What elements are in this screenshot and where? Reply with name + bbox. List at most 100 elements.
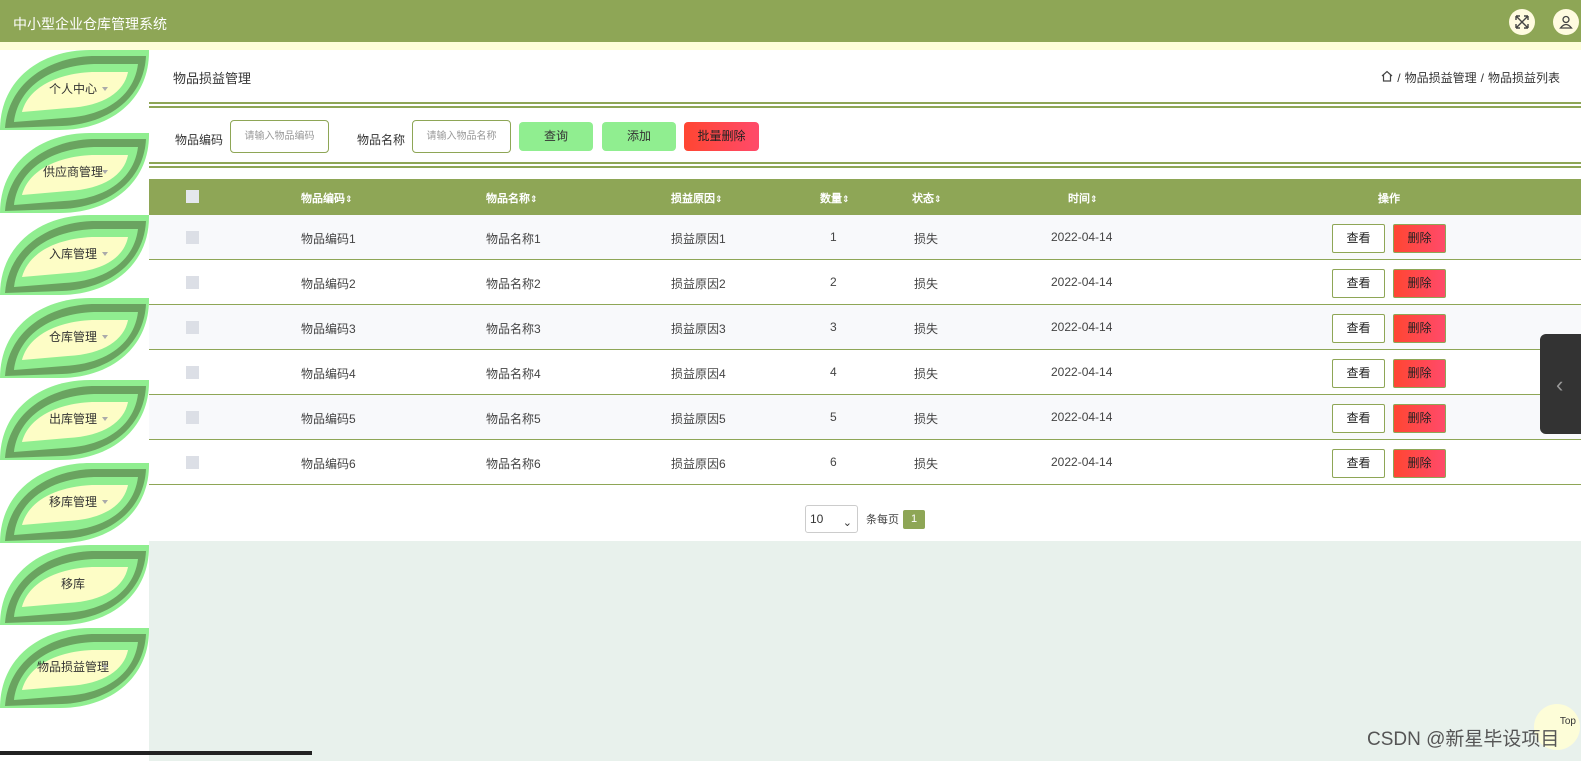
view-button[interactable]: 查看 — [1332, 314, 1385, 343]
cell-qty: 4 — [830, 365, 837, 379]
col-header-status[interactable]: 状态⇕ — [912, 190, 942, 206]
cell-time: 2022-04-14 — [1051, 320, 1113, 334]
sidebar-item-label: 移库 — [60, 577, 85, 591]
cell-status: 损失 — [914, 412, 939, 426]
caret-down-icon — [102, 664, 108, 669]
cell-qty: 1 — [830, 230, 837, 244]
view-button[interactable]: 查看 — [1332, 449, 1385, 478]
sidebar-item[interactable]: 出库管理 — [0, 380, 149, 462]
caret-down-icon — [102, 417, 108, 421]
page-size-select[interactable]: 10 ⌄ — [805, 505, 858, 533]
name-label: 物品名称 — [357, 133, 406, 147]
sidebar-item[interactable]: 个人中心 — [0, 50, 149, 132]
search-bar: 物品编码 请输入物品编码 物品名称 请输入物品名称 查询 添加 批量删除 — [149, 120, 1581, 154]
view-button[interactable]: 查看 — [1332, 269, 1385, 298]
delete-button[interactable]: 删除 — [1393, 449, 1446, 478]
sort-icon: ⇕ — [530, 194, 538, 204]
cell-code: 物品编码2 — [301, 277, 356, 291]
caret-down-icon — [102, 169, 108, 174]
breadcrumb: / 物品损益管理 / 物品损益列表 — [1381, 69, 1560, 86]
cell-status: 损失 — [914, 322, 939, 336]
sidebar-item[interactable]: 供应商管理 — [0, 132, 149, 215]
view-button[interactable]: 查看 — [1332, 224, 1385, 253]
delete-button[interactable]: 删除 — [1393, 314, 1446, 343]
data-table: 物品编码⇕ 物品名称⇕ 损益原因⇕ 数量⇕ 状态⇕ 时间⇕ 操作 物品编码1 物品… — [149, 179, 1581, 485]
header-strip — [0, 42, 1581, 50]
cell-reason: 损益原因1 — [671, 232, 726, 246]
cell-name: 物品名称1 — [486, 232, 541, 246]
table-row: 物品编码3 物品名称3 损益原因3 3 损失 2022-04-14 查看 删除 — [149, 305, 1581, 350]
side-collapse-tab[interactable]: ‹ — [1540, 334, 1581, 434]
cell-reason: 损益原因3 — [671, 322, 726, 336]
sidebar-item[interactable]: 移库 — [0, 545, 149, 627]
table-row: 物品编码5 物品名称5 损益原因5 5 损失 2022-04-14 查看 删除 — [149, 395, 1581, 440]
chevron-down-icon: ⌄ — [842, 517, 852, 529]
name-search-input[interactable]: 请输入物品名称 — [412, 120, 511, 153]
sort-icon: ⇕ — [1090, 194, 1098, 204]
breadcrumb-item-parent[interactable]: 物品损益管理 — [1405, 69, 1477, 86]
sort-icon: ⇕ — [345, 194, 353, 204]
col-header-time[interactable]: 时间⇕ — [1068, 190, 1098, 206]
caret-down-icon — [102, 87, 108, 91]
home-icon[interactable] — [1381, 70, 1393, 85]
table-row: 物品编码1 物品名称1 损益原因1 1 损失 2022-04-14 查看 删除 — [149, 215, 1581, 260]
breadcrumb-separator: / — [1397, 70, 1401, 85]
cell-name: 物品名称2 — [486, 277, 541, 291]
cell-code: 物品编码4 — [301, 367, 356, 381]
delete-button[interactable]: 删除 — [1393, 359, 1446, 388]
add-button[interactable]: 添加 — [602, 122, 676, 151]
cell-time: 2022-04-14 — [1051, 455, 1113, 469]
delete-button[interactable]: 删除 — [1393, 404, 1446, 433]
query-button[interactable]: 查询 — [519, 122, 593, 151]
code-label: 物品编码 — [175, 133, 224, 147]
cell-name: 物品名称3 — [486, 322, 541, 336]
delete-button[interactable]: 删除 — [1393, 269, 1446, 298]
user-icon[interactable] — [1553, 9, 1579, 35]
row-checkbox[interactable] — [186, 411, 199, 424]
row-checkbox[interactable] — [186, 231, 199, 244]
sidebar-item[interactable]: 移库管理 — [0, 462, 149, 545]
cell-reason: 损益原因6 — [671, 457, 726, 471]
cell-code: 物品编码3 — [301, 322, 356, 336]
view-button[interactable]: 查看 — [1332, 404, 1385, 433]
cell-status: 损失 — [914, 457, 939, 471]
table-body: 物品编码1 物品名称1 损益原因1 1 损失 2022-04-14 查看 删除 物品编码2 物品名… — [149, 215, 1581, 485]
cell-name: 物品名称6 — [486, 457, 541, 471]
sort-icon: ⇕ — [934, 194, 942, 204]
fullscreen-icon[interactable] — [1509, 9, 1535, 35]
col-header-name[interactable]: 物品名称⇕ — [486, 190, 538, 206]
cell-code: 物品编码6 — [301, 457, 356, 471]
sort-icon: ⇕ — [715, 194, 723, 204]
caret-down-icon — [102, 499, 108, 504]
sidebar-item[interactable]: 仓库管理 — [0, 297, 149, 380]
per-page-label: 条每页 — [866, 514, 899, 526]
view-button[interactable]: 查看 — [1332, 359, 1385, 388]
main-panel: 物品损益管理 / 物品损益管理 / 物品损益列表 物品编码 请输入物品编码 物品… — [149, 50, 1581, 541]
app-title: 中小型企业仓库管理系统 — [13, 16, 167, 32]
col-header-code[interactable]: 物品编码⇕ — [301, 190, 353, 206]
select-all-checkbox[interactable] — [186, 190, 199, 203]
col-header-reason[interactable]: 损益原因⇕ — [671, 190, 723, 206]
top-bar: 中小型企业仓库管理系统 — [0, 0, 1581, 42]
sidebar: 个人中心 供应商管理 入库管理 仓库管理 出库管理 移库管理移库物品损益管理 — [0, 50, 149, 761]
row-checkbox[interactable] — [186, 276, 199, 289]
col-header-ops: 操作 — [1378, 193, 1400, 205]
cell-time: 2022-04-14 — [1051, 410, 1113, 424]
cell-name: 物品名称5 — [486, 412, 541, 426]
batch-delete-button[interactable]: 批量删除 — [684, 122, 759, 151]
sidebar-item[interactable]: 物品损益管理 — [0, 627, 149, 710]
code-search-input[interactable]: 请输入物品编码 — [230, 120, 329, 153]
caret-down-icon — [102, 252, 108, 256]
row-checkbox[interactable] — [186, 456, 199, 469]
cell-name: 物品名称4 — [486, 367, 541, 381]
table-header: 物品编码⇕ 物品名称⇕ 损益原因⇕ 数量⇕ 状态⇕ 时间⇕ 操作 — [149, 179, 1581, 215]
page-number-1[interactable]: 1 — [903, 509, 925, 529]
row-checkbox[interactable] — [186, 366, 199, 379]
col-header-qty[interactable]: 数量⇕ — [820, 190, 850, 206]
row-checkbox[interactable] — [186, 321, 199, 334]
horizontal-scrollbar[interactable] — [0, 751, 312, 755]
breadcrumb-item-current: 物品损益列表 — [1487, 71, 1560, 85]
sidebar-item[interactable]: 入库管理 — [0, 215, 149, 297]
cell-code: 物品编码1 — [301, 232, 356, 246]
delete-button[interactable]: 删除 — [1393, 224, 1446, 253]
